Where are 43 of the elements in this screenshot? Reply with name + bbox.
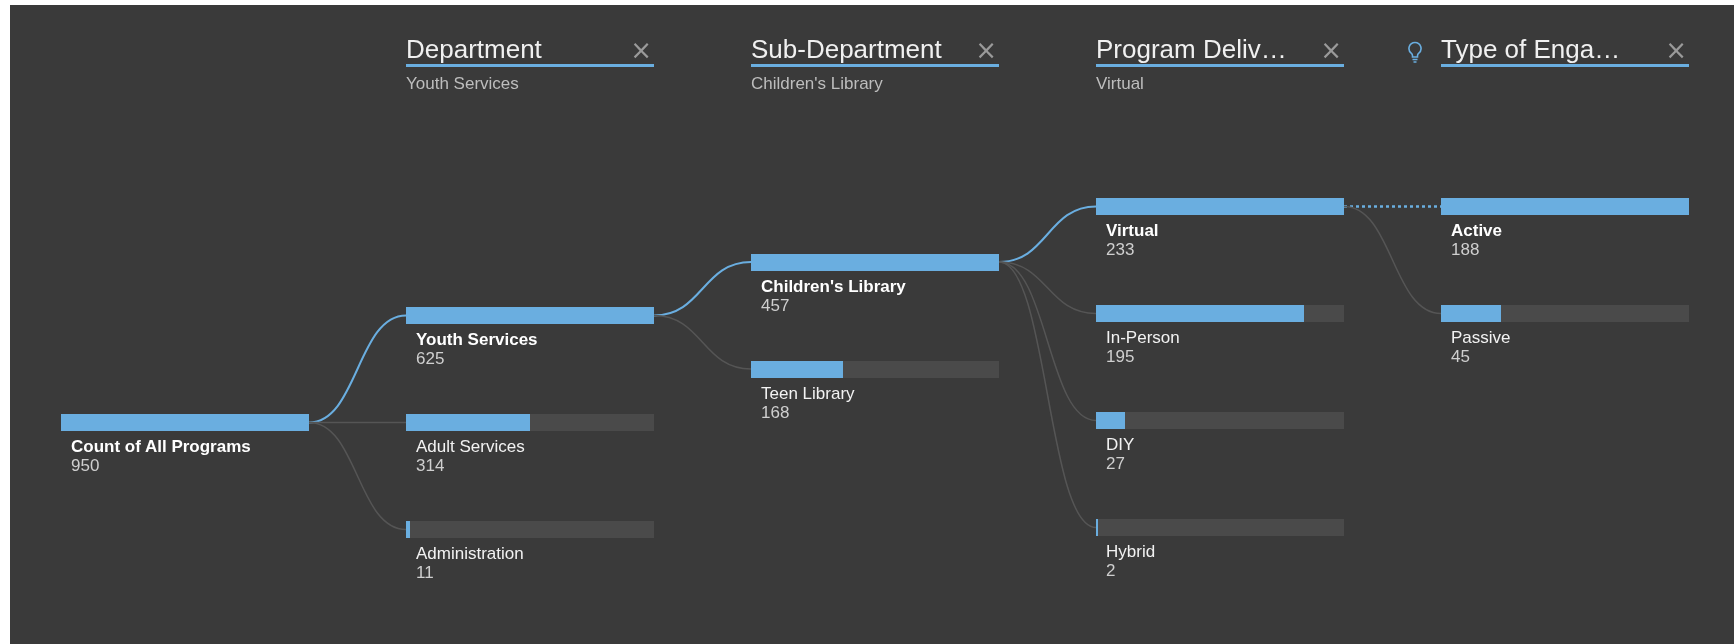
node-value: 168: [761, 402, 791, 422]
bar-track[interactable]: [1096, 412, 1344, 429]
close-button[interactable]: ×: [628, 36, 654, 64]
level-title[interactable]: Department: [406, 34, 542, 64]
node-label: Passive: [1451, 328, 1512, 347]
level-title[interactable]: Sub-Department: [751, 34, 942, 64]
bar-track[interactable]: [1441, 305, 1689, 322]
node-label: Adult Services: [416, 437, 526, 456]
level-title[interactable]: Type of Enga…: [1441, 34, 1621, 64]
node-label: Virtual: [1106, 221, 1160, 240]
node-value: 195: [1106, 347, 1136, 366]
node-value: 27: [1106, 454, 1126, 473]
node-label: Count of All Programs: [71, 437, 252, 456]
node-label: In-Person: [1106, 328, 1181, 347]
level-subtitle: Virtual: [1096, 74, 1145, 94]
close-button[interactable]: ×: [1318, 36, 1344, 64]
level-subtitle: Children's Library: [751, 74, 884, 94]
node-value: 950: [71, 456, 101, 475]
node-value: 2: [1106, 561, 1117, 580]
node-value: 45: [1451, 347, 1471, 366]
close-button[interactable]: ×: [1663, 36, 1689, 64]
bar-track[interactable]: [1096, 305, 1344, 322]
node-label: Children's Library: [761, 276, 907, 296]
node-label: Youth Services: [416, 330, 539, 349]
bar-track[interactable]: [406, 521, 654, 538]
node-label: Active: [1451, 221, 1504, 240]
bar-track[interactable]: [751, 360, 999, 378]
node-value: 233: [1106, 240, 1136, 259]
node-label: DIY: [1106, 435, 1136, 454]
bar-track[interactable]: [406, 414, 654, 431]
level-title[interactable]: Program Deliv…: [1096, 34, 1287, 64]
node-value: 457: [761, 295, 791, 315]
node-label: Teen Library: [761, 383, 856, 403]
node-label: Hybrid: [1106, 542, 1157, 561]
bar-track[interactable]: [1096, 519, 1344, 536]
level-subtitle: Youth Services: [406, 74, 520, 94]
node-value: 625: [416, 349, 446, 368]
node-value: 188: [1451, 240, 1481, 259]
lightbulb-icon[interactable]: [1407, 41, 1423, 63]
node-value: 11: [416, 563, 435, 582]
node-value: 314: [416, 456, 446, 475]
node-label: Administration: [416, 544, 525, 563]
close-button[interactable]: ×: [973, 36, 999, 64]
